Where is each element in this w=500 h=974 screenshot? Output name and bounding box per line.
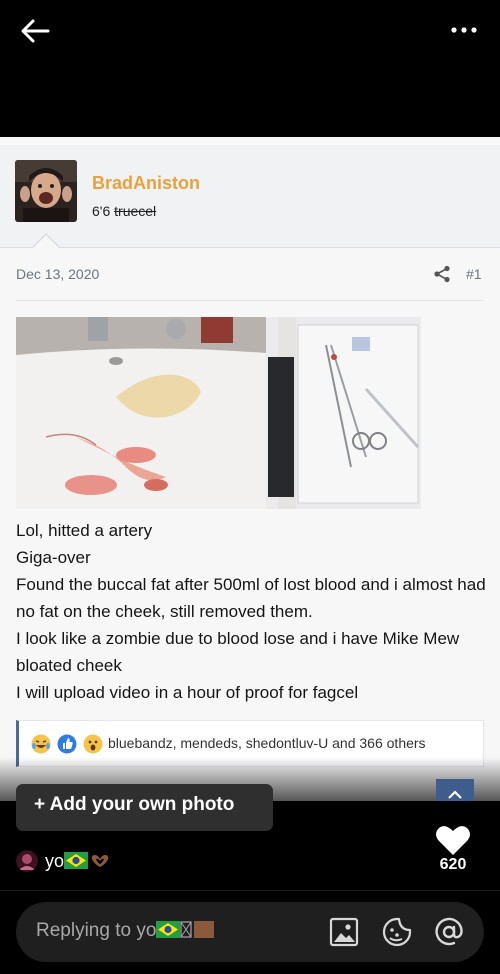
scroll-to-top-button[interactable] bbox=[436, 779, 474, 801]
like-count: 620 bbox=[439, 856, 467, 873]
reply-placeholder: Replying to yo bbox=[36, 920, 216, 942]
like-icon bbox=[57, 734, 77, 754]
post-line: I look like a zombie due to blood lose a… bbox=[16, 629, 460, 675]
reply-placeholder-text: Replying to yo bbox=[36, 920, 157, 941]
bottom-divider bbox=[0, 890, 500, 891]
sticker-icon[interactable] bbox=[382, 917, 412, 947]
post-attachment-image[interactable] bbox=[16, 317, 421, 509]
mention-icon[interactable] bbox=[434, 917, 464, 947]
top-bar bbox=[0, 0, 500, 137]
reactions-text[interactable]: bluebandz, mendeds, shedontluv-U and 366… bbox=[108, 735, 426, 751]
post-body: Lol, hitted a artery Giga-over Found the… bbox=[16, 517, 486, 706]
heart-icon[interactable] bbox=[434, 822, 472, 858]
laugh-cry-icon bbox=[31, 734, 51, 754]
blog-name-text: yo bbox=[45, 851, 65, 871]
wow-icon bbox=[83, 734, 103, 754]
post-date: Dec 13, 2020 bbox=[16, 266, 100, 282]
blog-avatar[interactable] bbox=[16, 850, 38, 872]
brazil-flag-icon bbox=[64, 852, 89, 869]
post-line: Found the buccal fat after 500ml of lost… bbox=[16, 575, 486, 621]
user-title-strikethrough: truecel bbox=[114, 203, 157, 219]
add-photo-button[interactable]: + Add your own photo bbox=[16, 784, 273, 831]
image-icon[interactable] bbox=[329, 917, 359, 947]
post-header: BradAniston 6'6 truecel bbox=[0, 145, 500, 248]
skin-tone-icon bbox=[194, 921, 215, 938]
missing-glyph-icon bbox=[180, 921, 193, 938]
meta-divider bbox=[16, 300, 484, 301]
chevron-up-icon bbox=[448, 790, 462, 799]
forum-post: BradAniston 6'6 truecel Dec 13, 2020 #1 bbox=[0, 137, 500, 801]
share-icon[interactable] bbox=[433, 265, 451, 283]
header-pointer-inner bbox=[33, 235, 59, 248]
user-avatar[interactable] bbox=[15, 160, 77, 222]
blog-name[interactable]: yo bbox=[45, 851, 112, 872]
back-arrow-icon[interactable] bbox=[18, 16, 54, 46]
post-username[interactable]: BradAniston bbox=[92, 173, 200, 194]
user-title-prefix: 6'6 bbox=[92, 203, 111, 219]
post-line: Giga-over bbox=[16, 548, 91, 567]
reply-input[interactable]: Replying to yo bbox=[16, 902, 484, 962]
post-number-link[interactable]: #1 bbox=[466, 266, 482, 282]
post-line: Lol, hitted a artery bbox=[16, 521, 153, 540]
user-title: 6'6 truecel bbox=[92, 203, 156, 219]
more-options-icon[interactable] bbox=[448, 20, 480, 40]
post-line: I will upload video in a hour of proof f… bbox=[16, 683, 359, 702]
brazil-flag-icon bbox=[156, 921, 181, 938]
heart-hands-icon bbox=[91, 855, 109, 867]
